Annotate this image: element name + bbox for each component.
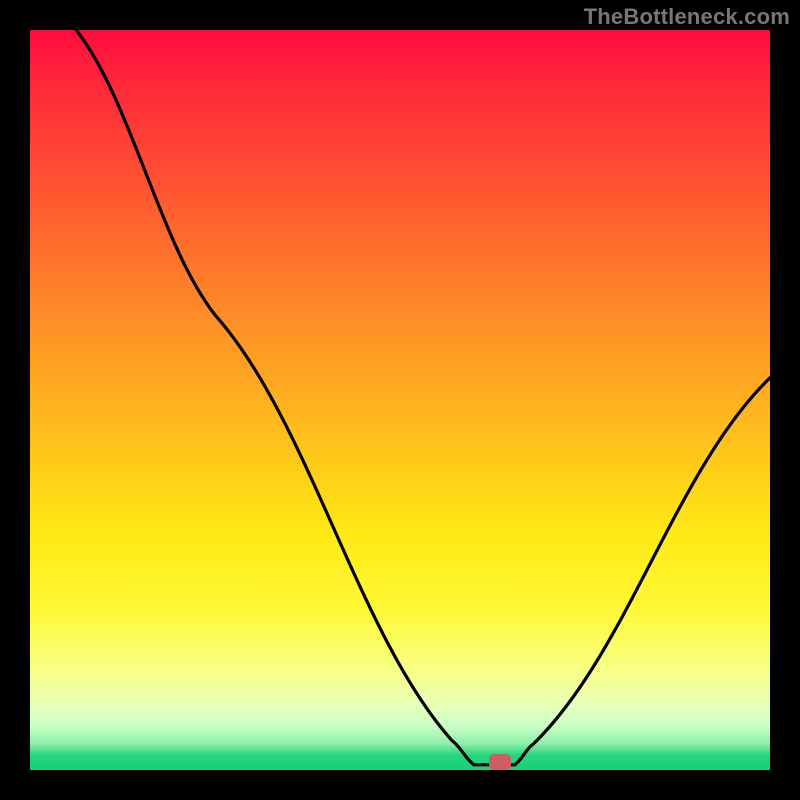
plot-area	[30, 30, 770, 770]
bottleneck-curve	[30, 30, 770, 770]
watermark-text: TheBottleneck.com	[584, 4, 790, 30]
curve-path	[76, 30, 770, 765]
chart-frame: TheBottleneck.com	[0, 0, 800, 800]
optimal-marker	[489, 754, 511, 770]
